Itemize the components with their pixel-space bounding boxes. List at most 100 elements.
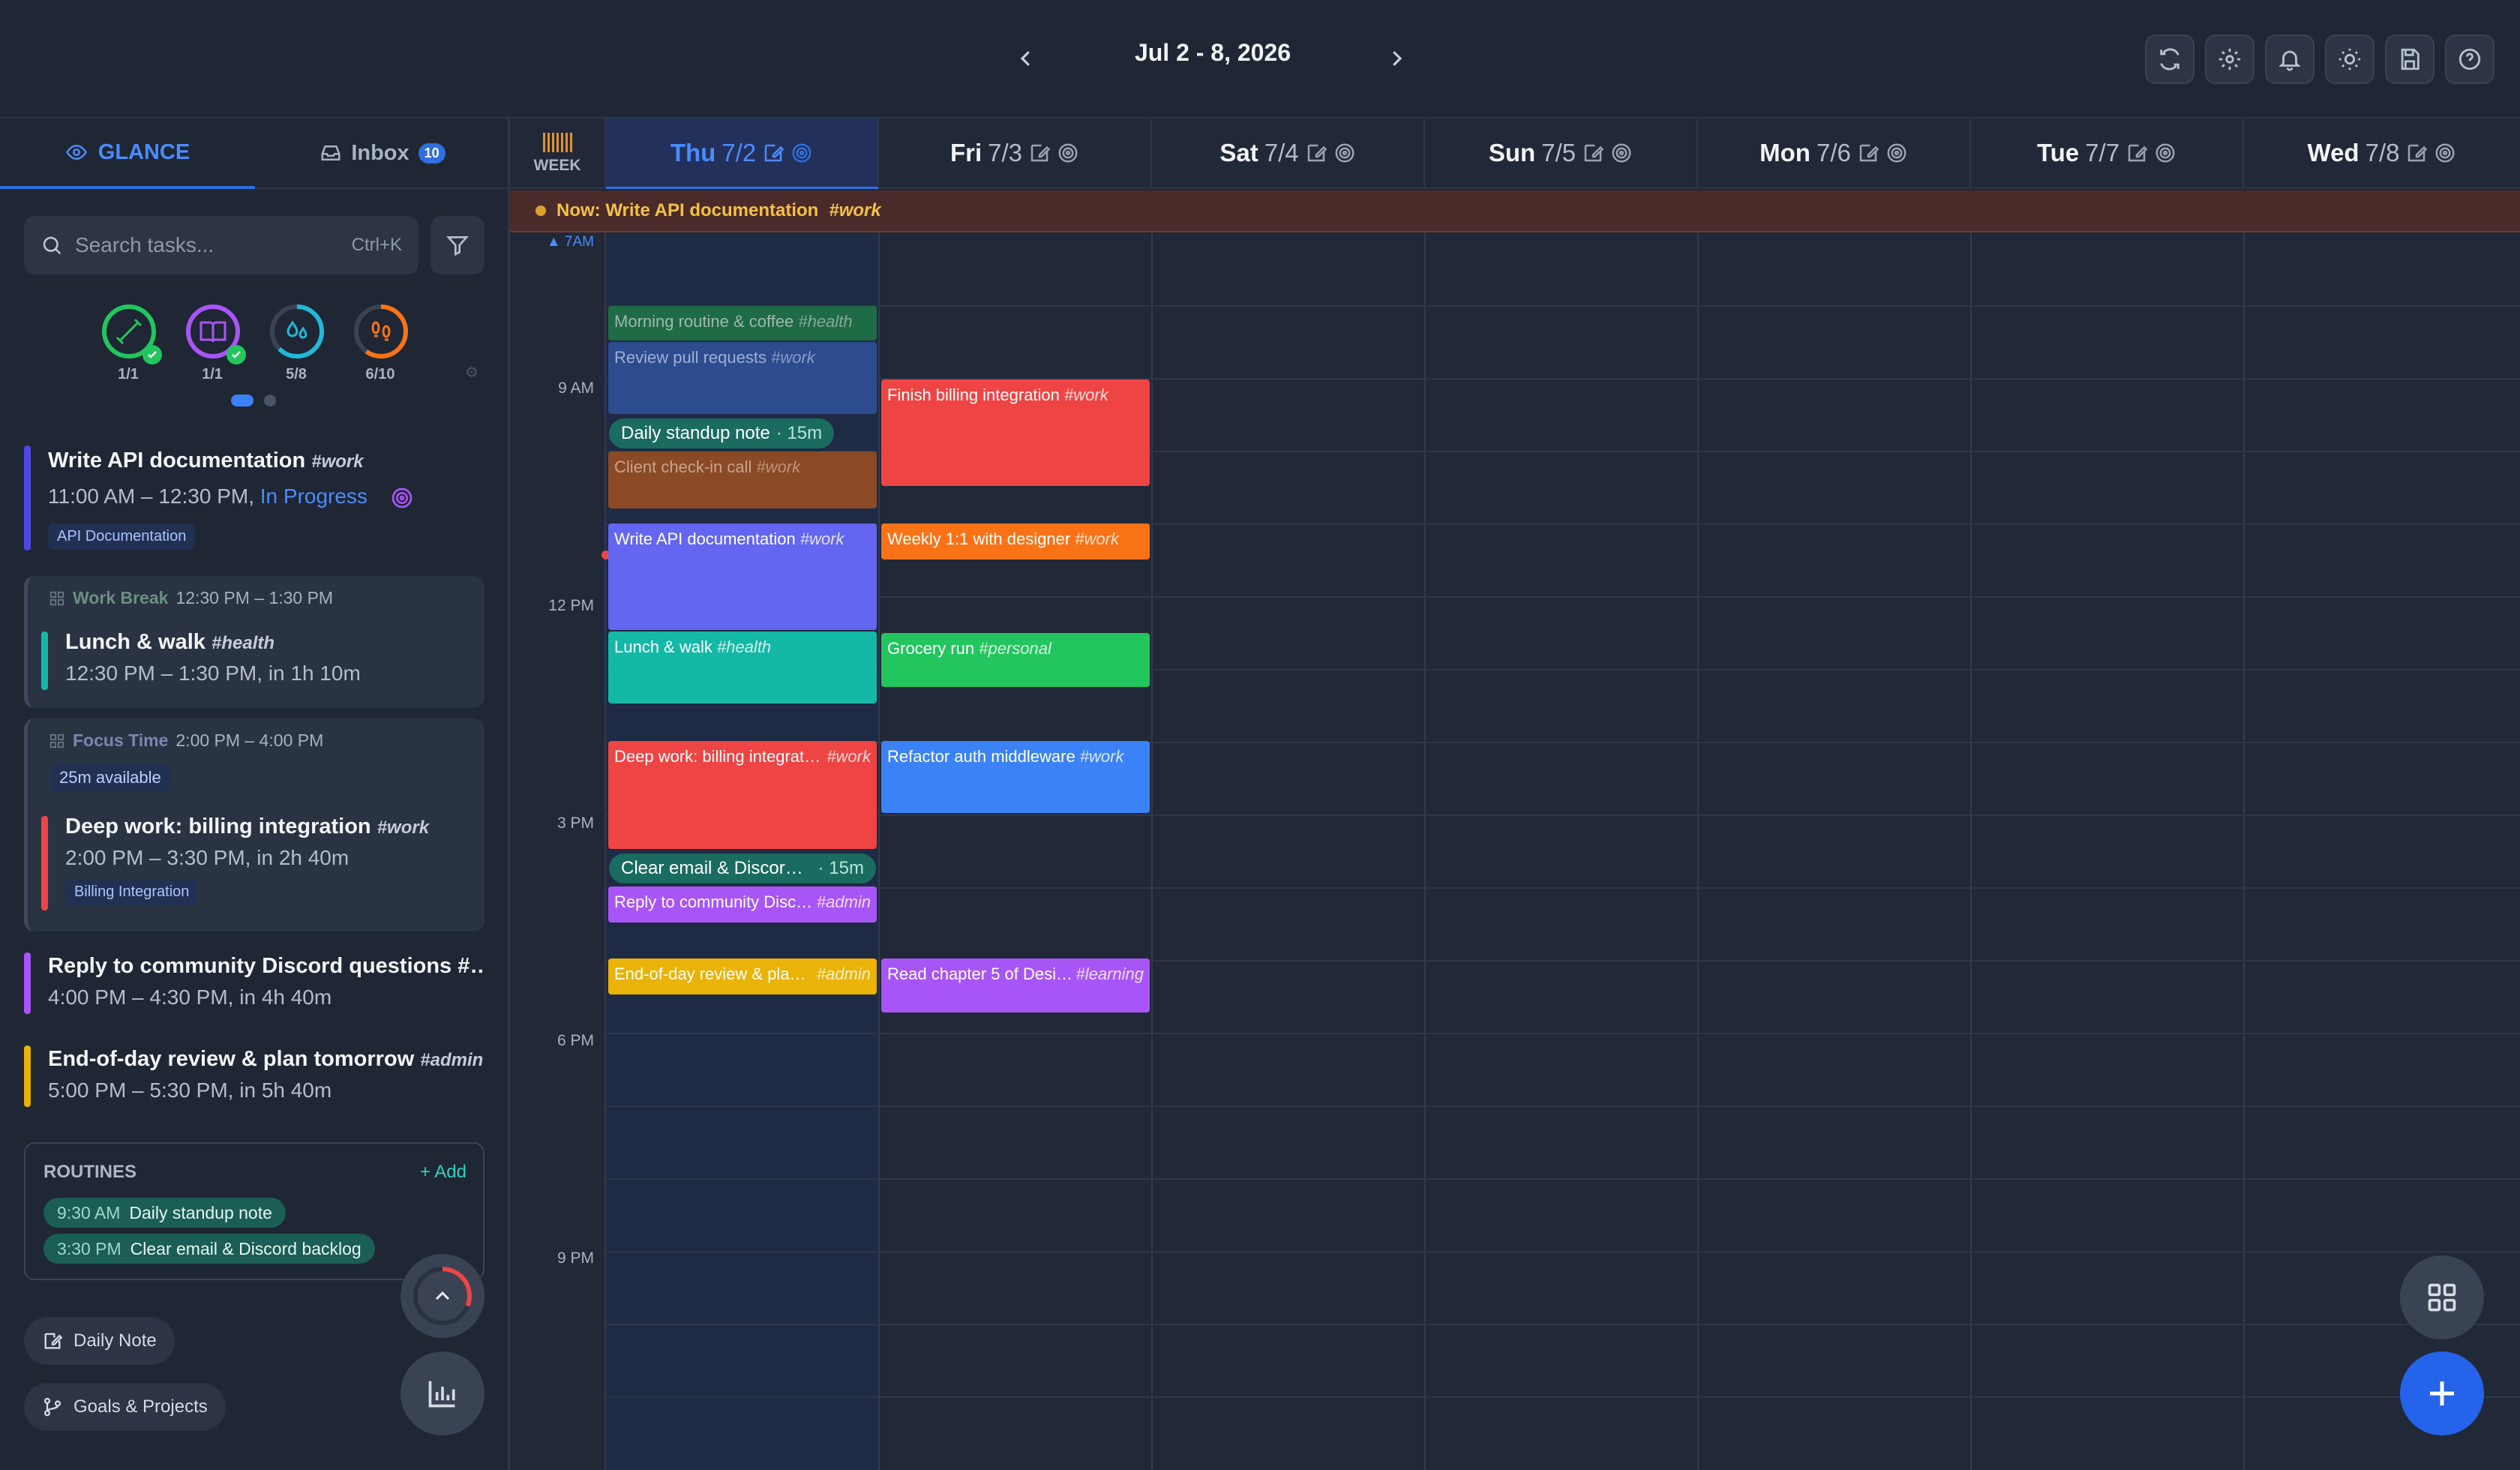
calendar-event[interactable]: Write API documentation #work (608, 524, 877, 630)
target-icon[interactable] (1886, 142, 1908, 164)
target-icon[interactable] (2154, 142, 2176, 164)
help-button[interactable] (2445, 34, 2494, 84)
layout-grid-button[interactable] (2400, 1256, 2484, 1340)
focus-time-block[interactable]: Focus Time 2:00 PM – 4:00 PM 25m availabl… (24, 718, 484, 932)
block-range: 2:00 PM – 4:00 PM (176, 730, 324, 750)
task-item-eod-review[interactable]: End-of-day review & plan tomorrow #admin… (24, 1044, 484, 1112)
week-view-toggle[interactable]: WEEK (510, 118, 606, 189)
edit-icon[interactable] (1857, 142, 1880, 164)
event-title: Write API documentation (614, 530, 796, 548)
event-tag: #admin (816, 964, 871, 983)
event-title: Weekly 1:1 with designer (887, 530, 1071, 548)
tab-inbox[interactable]: Inbox 10 (255, 118, 510, 189)
day-header-sat[interactable]: Sat 7/4 (1152, 118, 1425, 189)
week-bars-icon (543, 133, 572, 152)
hour-line (606, 1251, 2520, 1252)
task-color-bar (41, 632, 48, 690)
work-break-block[interactable]: Work Break 12:30 PM – 1:30 PM Lunch & wal… (24, 576, 484, 708)
carousel-dot[interactable] (264, 394, 276, 406)
calendar-event[interactable]: Review pull requests #work (608, 342, 877, 414)
next-week-button[interactable] (1374, 36, 1419, 81)
inbox-icon (321, 146, 340, 160)
calendar-event[interactable]: Read chapter 5 of Desi… #learning (881, 958, 1150, 1012)
target-icon[interactable] (1057, 142, 1079, 164)
gear-icon[interactable]: ⚙ (465, 363, 482, 381)
week-range-title: Jul 2 - 8, 2026 (1134, 39, 1292, 66)
edit-icon[interactable] (1028, 142, 1051, 164)
task-tag: #admin (420, 1050, 484, 1070)
calendar-event[interactable]: Deep work: billing integrat… #work (608, 741, 877, 849)
habit-ring-reading[interactable] (184, 303, 246, 364)
habit-ring-steps-label: 6/10 (365, 366, 395, 382)
hour-label: 3 PM (556, 814, 594, 832)
calendar-event[interactable]: Weekly 1:1 with designer #work (881, 524, 1150, 560)
theme-toggle-button[interactable] (2325, 34, 2374, 84)
daily-note-button[interactable]: Daily Note (24, 1317, 175, 1365)
habit-ring-exercise[interactable] (100, 303, 162, 364)
habit-ring-water[interactable] (268, 303, 326, 360)
edit-icon[interactable] (2126, 142, 2148, 164)
stats-button[interactable] (400, 1352, 484, 1436)
save-button[interactable] (2385, 34, 2434, 84)
target-icon[interactable] (1610, 142, 1633, 164)
task-title: Deep work: billing integration #work (65, 814, 429, 839)
day-header-tue[interactable]: Tue 7/7 (1971, 118, 2244, 189)
day-header-fri[interactable]: Fri 7/3 (879, 118, 1152, 189)
search-input[interactable]: Search tasks... Ctrl+K (24, 216, 418, 274)
routine-event[interactable]: Clear email & Discord… · 15m (609, 854, 876, 884)
scroll-up-button[interactable] (400, 1254, 484, 1338)
sync-button[interactable] (2145, 34, 2194, 84)
task-item-discord[interactable]: Reply to community Discord questions #… … (24, 951, 484, 1018)
prev-week-button[interactable] (1004, 36, 1048, 81)
hour-line (606, 814, 2520, 816)
event-duration: · 15m (818, 858, 864, 878)
footsteps-icon (371, 321, 391, 341)
goals-projects-button[interactable]: Goals & Projects (24, 1383, 226, 1431)
settings-button[interactable] (2205, 34, 2254, 84)
task-tag: #health (211, 633, 275, 653)
filter-button[interactable] (430, 216, 484, 274)
edit-icon[interactable] (1305, 142, 1328, 164)
book-icon (200, 321, 226, 343)
target-icon[interactable] (1334, 142, 1356, 164)
calendar-event[interactable]: End-of-day review & pla… #admin (608, 958, 877, 994)
target-icon[interactable] (790, 142, 813, 164)
edit-icon[interactable] (1582, 142, 1604, 164)
habit-ring-steps[interactable] (352, 303, 410, 360)
routine-item[interactable]: 3:30 PM Clear email & Discord backlog (44, 1234, 375, 1264)
tab-glance[interactable]: GLANCE (0, 118, 255, 189)
task-color-bar (24, 446, 31, 550)
routine-event[interactable]: Daily standup note · 15m (609, 418, 835, 448)
calendar-event[interactable]: Finish billing integration #work (881, 380, 1150, 486)
chevron-right-icon (1393, 51, 1402, 66)
event-tag: #learning (1076, 964, 1144, 983)
chevron-left-icon (1020, 51, 1030, 66)
day-header-sun[interactable]: Sun 7/5 (1425, 118, 1698, 189)
day-header-mon[interactable]: Mon 7/6 (1698, 118, 1971, 189)
target-icon[interactable] (390, 486, 414, 510)
water-drops-icon (286, 320, 308, 339)
now-banner[interactable]: Now: Write API documentation #work (510, 190, 2520, 232)
add-event-button[interactable] (2400, 1352, 2484, 1436)
edit-icon[interactable] (2405, 142, 2428, 164)
task-item-api-docs[interactable]: Write API documentation #work 11:00 AM –… (24, 446, 484, 550)
target-icon[interactable] (2434, 142, 2456, 164)
habit-ring-water-label: 5/8 (286, 366, 307, 382)
calendar-event[interactable]: Lunch & walk #health (608, 632, 877, 704)
notifications-button[interactable] (2265, 34, 2314, 84)
add-routine-button[interactable]: + Add (420, 1162, 466, 1183)
calendar-event[interactable]: Morning routine & coffee #health (608, 306, 877, 340)
day-header-wed[interactable]: Wed 7/8 (2244, 118, 2520, 189)
day-header-thu[interactable]: Thu 7/2 (606, 118, 879, 189)
carousel-dot-active[interactable] (231, 394, 254, 406)
grid-line (1151, 232, 1153, 1470)
calendar-event[interactable]: Grocery run #personal (881, 633, 1150, 687)
routine-item[interactable]: 9:30 AM Daily standup note (44, 1198, 286, 1228)
grid-line (2243, 232, 2245, 1470)
sun-icon (2338, 48, 2361, 70)
calendar-event[interactable]: Refactor auth middleware #work (881, 741, 1150, 813)
now-banner-tag: #work (829, 200, 881, 220)
edit-icon[interactable] (762, 142, 784, 164)
calendar-event[interactable]: Client check-in call #work (608, 452, 877, 508)
calendar-event[interactable]: Reply to community Disc… #admin (608, 886, 877, 922)
